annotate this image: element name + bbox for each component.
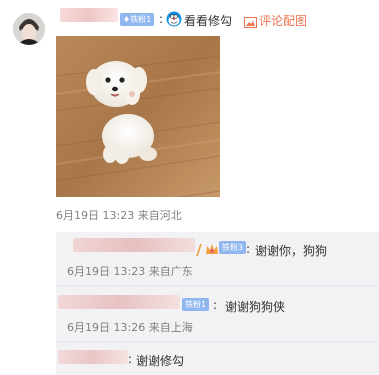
reply-2-text: 谢谢狗狗侠 <box>225 300 286 314</box>
avatar-image <box>13 13 45 45</box>
reply-2-meta: 6月19日 13:26 来自上海 <box>67 321 193 334</box>
slash-mark-icon <box>196 241 202 257</box>
fan-badge: ♦铁粉1 <box>120 13 155 26</box>
post-photo[interactable] <box>56 36 220 197</box>
reply-1-meta: 6月19日 13:23 来自广东 <box>67 265 193 278</box>
image-icon <box>244 13 257 28</box>
doraemon-icon <box>166 11 182 27</box>
colon-separator: : <box>159 12 164 26</box>
action-link[interactable]: 看看修勾 <box>184 12 232 29</box>
comment-with-image-link[interactable]: 评论配图 <box>259 12 307 29</box>
reply-1-text: 谢谢你，狗狗 <box>255 244 328 258</box>
reply-3-colon: : <box>128 352 133 366</box>
reply-divider <box>56 285 379 286</box>
crown-icon <box>205 241 219 254</box>
reply-3-text: 谢谢修勾 <box>136 354 185 368</box>
reply-1-username-blurred[interactable] <box>73 238 195 252</box>
dog-photo <box>56 36 220 197</box>
username-blurred[interactable] <box>60 8 118 22</box>
reply-1-fan-badge: 铁粉3 <box>219 241 247 254</box>
avatar[interactable] <box>13 13 45 45</box>
post-meta: 6月19日 13:23 来自河北 <box>56 209 182 222</box>
reply-3-username-blurred[interactable] <box>58 350 128 364</box>
reply-1-colon: : <box>246 242 251 256</box>
reply-divider <box>56 341 379 342</box>
reply-2-fan-badge: 铁粉1 <box>182 298 210 311</box>
reply-2-username-blurred[interactable] <box>58 295 180 309</box>
reply-2-colon: : <box>213 298 218 312</box>
